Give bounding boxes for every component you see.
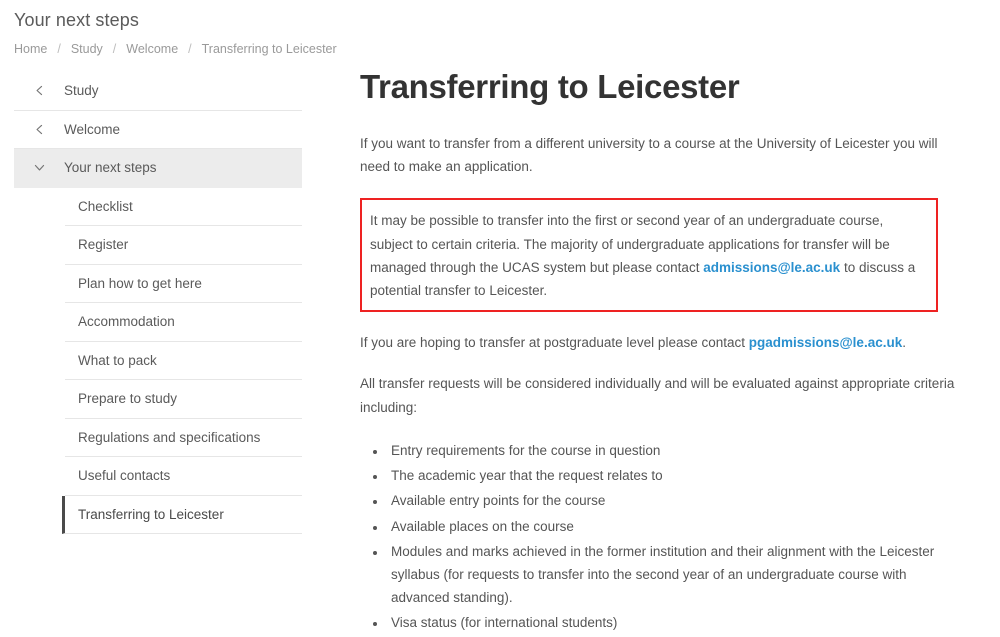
sidebar-item-welcome[interactable]: Welcome <box>14 111 302 149</box>
postgrad-text-before: If you are hoping to transfer at postgra… <box>360 335 749 351</box>
intro-paragraph: If you want to transfer from a different… <box>360 135 938 175</box>
postgrad-text-after: . <box>902 335 906 351</box>
pgadmissions-email-link[interactable]: pgadmissions@le.ac.uk <box>749 335 902 350</box>
criteria-list-item: Available places on the course <box>387 515 955 538</box>
sidebar-subitem-label: Transferring to Leicester <box>78 506 224 522</box>
sidebar-subitem-label: Accommodation <box>78 314 175 329</box>
postgraduate-paragraph: If you are hoping to transfer at postgra… <box>360 331 955 354</box>
page-title: Your next steps <box>14 10 139 30</box>
criteria-intro-paragraph: All transfer requests will be considered… <box>360 376 955 415</box>
sidebar-subitem-useful-contacts[interactable]: Useful contacts <box>65 457 302 496</box>
criteria-list-item: Available entry points for the course <box>387 489 955 512</box>
breadcrumb-separator: / <box>112 42 117 56</box>
breadcrumb-item-4: Transferring to Leicester <box>201 42 337 56</box>
sidebar-subitem-label: Useful contacts <box>78 468 171 483</box>
criteria-list-item: The academic year that the request relat… <box>387 464 955 487</box>
chevron-left-icon[interactable] <box>14 123 64 136</box>
sidebar-subitem-label: Regulations and specifications <box>78 429 261 445</box>
sidebar-subitem-accommodation[interactable]: Accommodation <box>65 303 302 342</box>
sidebar-subitem-label: Prepare to study <box>78 391 178 406</box>
chevron-down-icon[interactable] <box>14 161 64 174</box>
sidebar-subitem-label: Register <box>78 237 129 252</box>
sidebar-top-list: Study Welcome Your next steps <box>14 72 302 188</box>
highlighted-callout-box: It may be possible to transfer into the … <box>360 198 938 313</box>
sidebar-item-label: Your next steps <box>64 160 157 175</box>
criteria-list-item: Visa status (for international students) <box>387 611 955 634</box>
breadcrumb-separator: / <box>188 42 192 56</box>
breadcrumb-separator: / <box>57 42 61 56</box>
sidebar-subitem-checklist[interactable]: Checklist <box>65 188 302 226</box>
breadcrumb: Home / Study / Welcome / Transferring to Leice… <box>14 42 1000 56</box>
sidebar-subitem-transferring-to-leicester[interactable]: Transferring to Leicester <box>62 495 302 534</box>
breadcrumb-item-1[interactable]: Home <box>14 42 47 56</box>
chevron-left-icon[interactable] <box>14 84 64 97</box>
main-content: Transferring to Leicester If you want to… <box>302 68 1000 637</box>
sidebar-subitem-regulations-and-specifications[interactable]: Regulations and specifications <box>65 419 302 457</box>
sidebar-navigation: Study Welcome Your next steps Checklist Reg… <box>0 72 302 534</box>
sidebar-subitem-label: Checklist <box>78 198 133 214</box>
breadcrumb-item-2[interactable]: Study <box>71 42 103 56</box>
page-header: Your next steps Home / Study / Welcome / Trans… <box>0 0 1000 56</box>
sidebar-sub-list: Checklist Register Plan how to get here Acc… <box>14 188 302 534</box>
sidebar-item-your-next-steps[interactable]: Your next steps <box>14 149 302 188</box>
sidebar-subitem-prepare-to-study[interactable]: Prepare to study <box>65 380 302 419</box>
sidebar-subitem-what-to-pack[interactable]: What to pack <box>65 342 302 380</box>
page-layout: Study Welcome Your next steps Checklist Reg… <box>0 68 1000 637</box>
sidebar-item-label: Welcome <box>64 121 121 137</box>
criteria-list: Entry requirements for the course in que… <box>360 439 955 635</box>
callout-paragraph: It may be possible to transfer into the … <box>370 209 925 302</box>
criteria-list-item: Entry requirements for the course in que… <box>387 439 955 462</box>
sidebar-item-study[interactable]: Study <box>14 72 302 111</box>
sidebar-subitem-label: Plan how to get here <box>78 275 202 291</box>
sidebar-subitem-label: What to pack <box>78 352 157 368</box>
content-heading: Transferring to Leicester <box>360 68 740 105</box>
breadcrumb-item-3[interactable]: Welcome <box>126 42 178 56</box>
admissions-email-link[interactable]: admissions@le.ac.uk <box>703 260 840 275</box>
sidebar-subitem-plan-how-to-get-here[interactable]: Plan how to get here <box>65 265 302 303</box>
criteria-list-item: Modules and marks achieved in the former… <box>387 540 955 610</box>
sidebar-subitem-register[interactable]: Register <box>65 226 302 265</box>
sidebar-item-label: Study <box>64 83 99 98</box>
